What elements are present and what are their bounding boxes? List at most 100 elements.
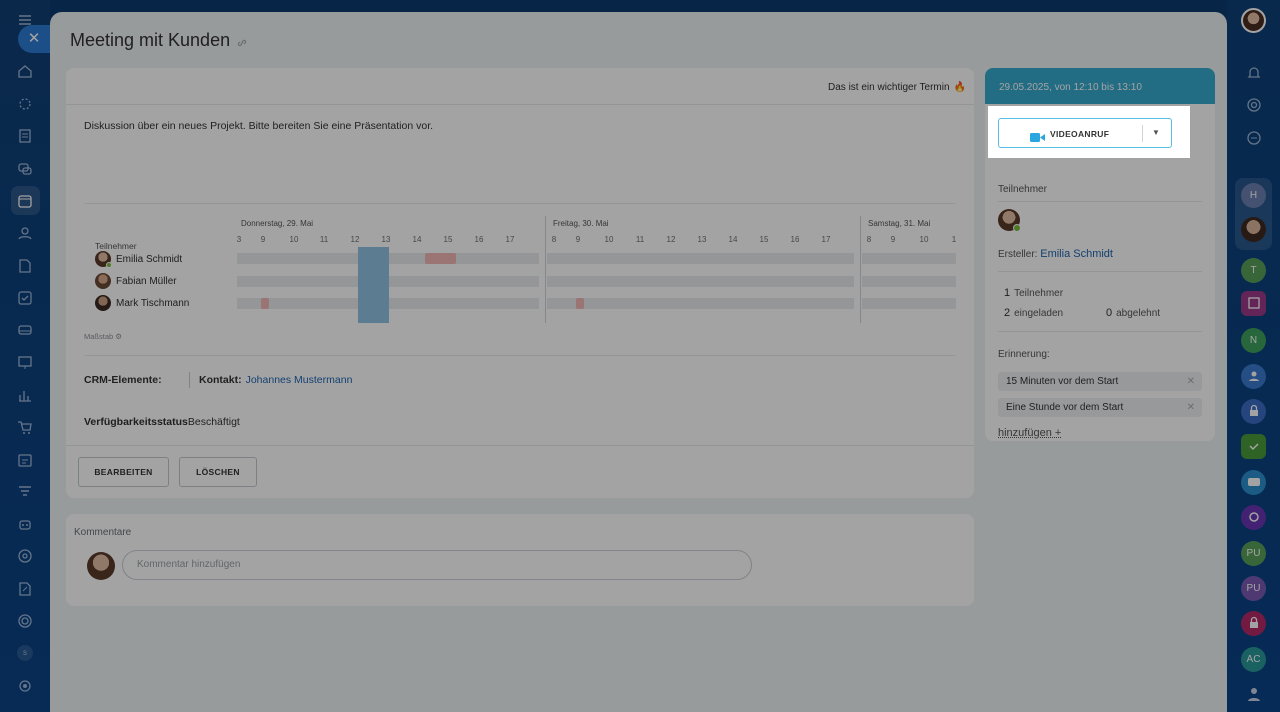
timeline-track — [862, 276, 956, 287]
planner-hour: 10 — [919, 235, 929, 244]
planner-hour: 9 — [575, 235, 581, 244]
rail-badge-pu-1[interactable]: PU — [1241, 541, 1266, 566]
delete-button[interactable]: LÖSCHEN — [179, 457, 257, 487]
reminder-text: Eine Stunde vor dem Start — [1006, 402, 1124, 413]
remove-reminder-icon[interactable]: ✕ — [1187, 372, 1195, 391]
rail-avatar[interactable] — [1241, 217, 1266, 242]
selected-time-range[interactable] — [358, 247, 389, 323]
day-separator — [545, 216, 546, 323]
avatar — [95, 251, 112, 268]
sidebar-participants-label: Teilnehmer — [998, 184, 1047, 195]
support-icon[interactable] — [17, 613, 33, 629]
rail-badge-ac[interactable]: AC — [1241, 647, 1266, 672]
calendar-icon[interactable] — [17, 193, 33, 209]
timeline-track — [547, 298, 854, 309]
declined-stat: 0 abgelehnt — [1106, 307, 1160, 319]
edit-doc-icon[interactable] — [17, 581, 33, 597]
timeline-track — [547, 253, 854, 264]
planner-hour: 1 — [951, 235, 957, 244]
button-separator — [1142, 125, 1143, 142]
rail-badge-h[interactable]: H — [1241, 183, 1266, 208]
video-call-highlight: VIDEOANRUF ▼ — [988, 106, 1190, 158]
rail-check-icon[interactable] — [1241, 434, 1266, 459]
booking-icon[interactable] — [17, 452, 33, 468]
planner-hour: 13 — [697, 235, 707, 244]
documents-icon[interactable] — [17, 258, 33, 274]
invited-stat: 2 eingeladen — [1004, 307, 1063, 319]
planner-day: Donnerstag, 29. Mai — [241, 219, 314, 228]
divider — [998, 271, 1202, 272]
rail-badge-t[interactable]: T — [1241, 258, 1266, 283]
bell-icon[interactable] — [1241, 61, 1266, 86]
timeline-track — [547, 276, 854, 287]
filter-icon[interactable] — [17, 484, 33, 500]
rail-group-icon[interactable] — [1241, 364, 1266, 389]
robot-icon[interactable] — [17, 516, 33, 532]
avatar[interactable] — [998, 209, 1021, 232]
right-rail: H T N PU PU AC — [1227, 0, 1280, 712]
event-details-card: Das ist ein wichtiger Termin 🔥 Diskussion… — [66, 68, 974, 498]
crm-contact: Kontakt: Johannes Mustermann — [199, 374, 352, 386]
crm-contact-label: Kontakt: — [199, 374, 242, 386]
add-reminder-link[interactable]: hinzufügen + — [998, 427, 1061, 439]
invited-label: eingeladen — [1014, 308, 1064, 319]
participant-planner: Donnerstag, 29. Mai Freitag, 30. Mai Sam… — [84, 204, 956, 354]
link-icon[interactable] — [236, 36, 248, 48]
search-chat-icon[interactable] — [1241, 126, 1266, 151]
gear-icon[interactable]: ⚙ — [115, 332, 122, 341]
inbox-icon[interactable] — [17, 322, 33, 338]
nav-badge[interactable]: s — [17, 645, 33, 661]
contacts-icon[interactable] — [17, 225, 33, 241]
user-avatar[interactable] — [1241, 8, 1266, 33]
close-slider-button[interactable]: ✕ — [18, 25, 50, 53]
tasks-icon[interactable] — [17, 128, 33, 144]
analytics-icon[interactable] — [17, 387, 33, 403]
busy-slot — [261, 298, 269, 309]
rail-badge-n[interactable]: N — [1241, 328, 1266, 353]
busy-slot — [576, 298, 584, 309]
participants-count: 1 — [1004, 287, 1011, 299]
rail-copilot-icon[interactable] — [1241, 505, 1266, 530]
important-note: Das ist ein wichtiger Termin 🔥 — [828, 82, 966, 93]
video-call-button[interactable]: VIDEOANRUF ▼ — [998, 118, 1172, 148]
planner-participant-row: Fabian Müller — [95, 273, 177, 289]
divider — [84, 355, 956, 356]
feed-icon[interactable] — [17, 96, 33, 112]
checklist-icon[interactable] — [17, 290, 33, 306]
target-icon[interactable] — [17, 548, 33, 564]
home-icon[interactable] — [17, 63, 33, 79]
creator-link[interactable]: Emilia Schmidt — [1040, 248, 1113, 260]
rail-badge-pu-2[interactable]: PU — [1241, 576, 1266, 601]
video-call-label: VIDEOANRUF — [1050, 129, 1110, 139]
comment-input[interactable]: Kommentar hinzufügen — [122, 550, 752, 580]
planner-hour: 10 — [289, 235, 299, 244]
presentation-icon[interactable] — [17, 355, 33, 371]
planner-hour: 11 — [319, 235, 329, 244]
planner-day: Freitag, 30. Mai — [553, 219, 609, 228]
rail-lock-icon[interactable] — [1241, 399, 1266, 424]
scale-control[interactable]: Maßstab ⚙ — [84, 332, 122, 341]
busy-slot — [425, 253, 456, 264]
settings-icon[interactable] — [17, 678, 33, 694]
rail-message-icon[interactable] — [1241, 470, 1266, 495]
cart-icon[interactable] — [17, 420, 33, 436]
edit-button[interactable]: BEARBEITEN — [78, 457, 169, 487]
remove-reminder-icon[interactable]: ✕ — [1187, 398, 1195, 417]
rail-task-icon[interactable] — [1241, 291, 1266, 316]
planner-hour: 10 — [604, 235, 614, 244]
rail-lock2-icon[interactable] — [1241, 611, 1266, 636]
page-title: Meeting mit Kunden — [70, 30, 231, 50]
planner-hour: 16 — [474, 235, 484, 244]
chevron-down-icon[interactable]: ▼ — [1152, 128, 1160, 137]
planner-hour: 17 — [505, 235, 515, 244]
planner-hour: 12 — [350, 235, 360, 244]
reminder-label: Erinnerung: — [998, 349, 1050, 360]
availability-status: VerfügbarkeitsstatusBeschäftigt — [84, 416, 240, 428]
chat-icon[interactable] — [17, 161, 33, 177]
planner-hour: 9 — [890, 235, 896, 244]
participant-name: Mark Tischmann — [116, 297, 190, 309]
copilot-icon[interactable] — [1241, 93, 1266, 118]
crm-contact-link[interactable]: Johannes Mustermann — [246, 374, 353, 386]
creator: Ersteller: Emilia Schmidt — [998, 248, 1113, 260]
rail-people-icon[interactable] — [1241, 682, 1266, 707]
